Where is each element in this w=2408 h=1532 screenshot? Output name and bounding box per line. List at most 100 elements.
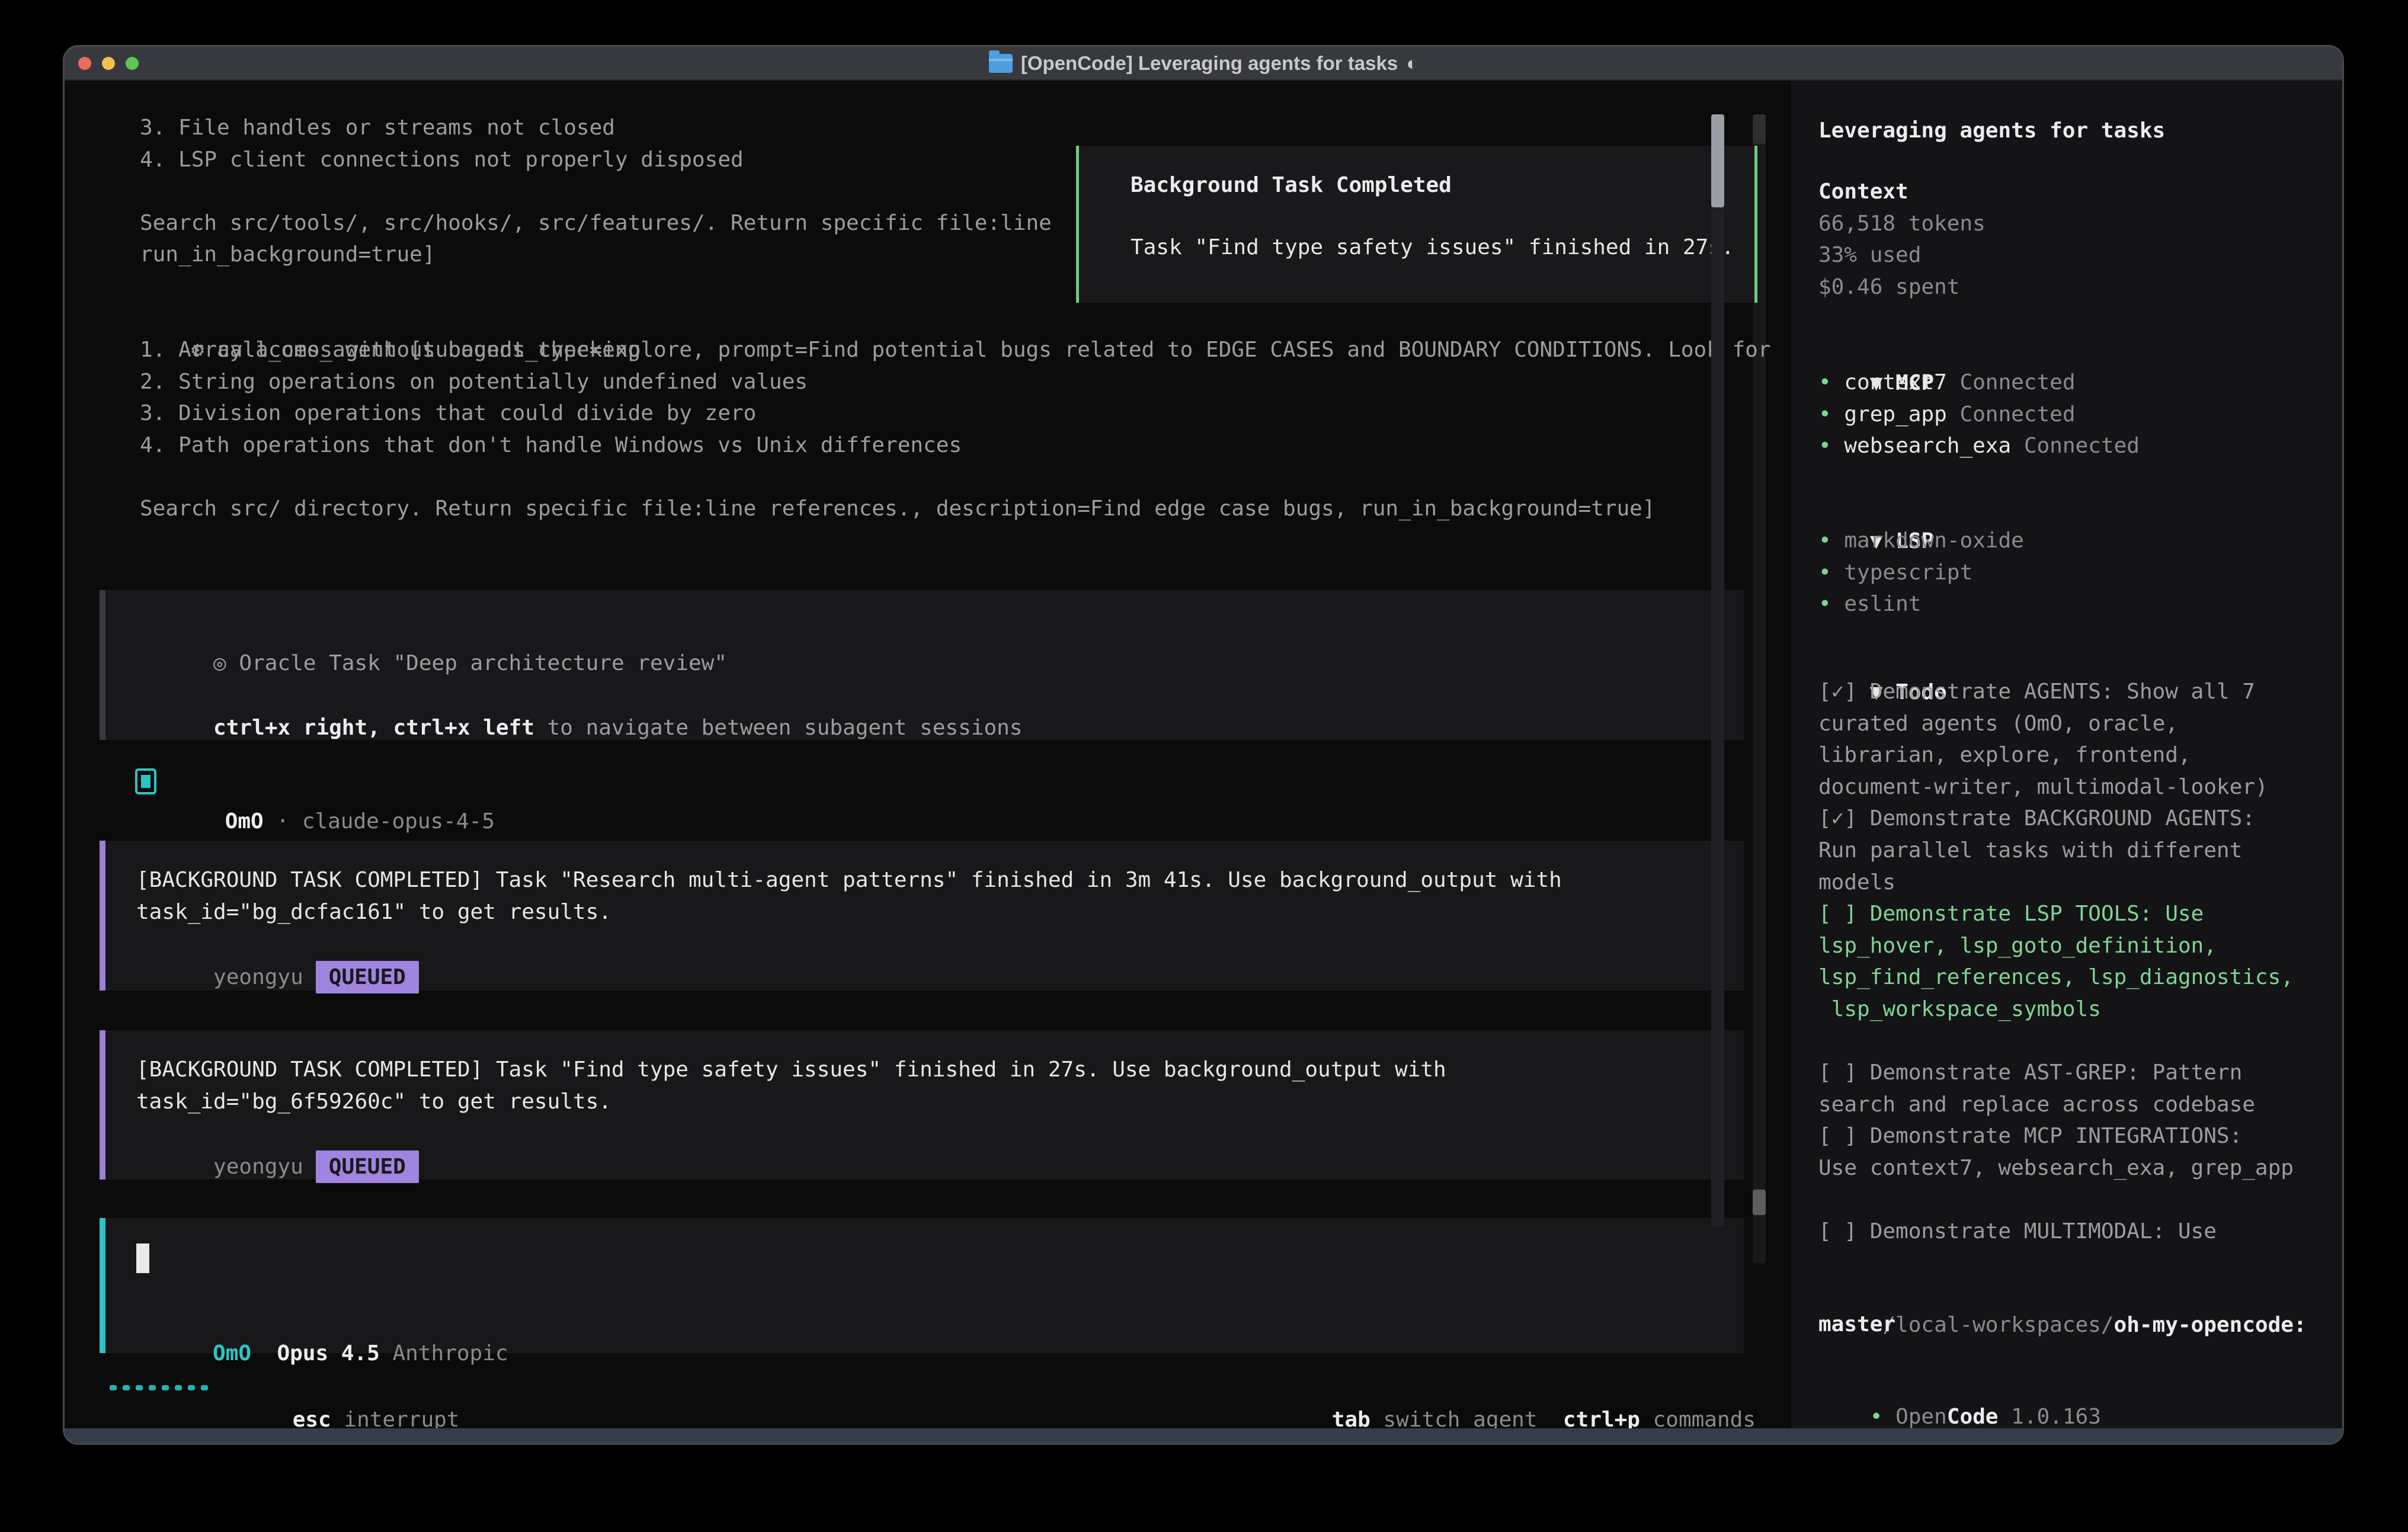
background-task-block: [BACKGROUND TASK COMPLETED] Task "Find t… <box>100 1030 1744 1180</box>
toast-body: Task "Find type safety issues" finished … <box>1131 232 1734 264</box>
todo-line: [ ] Demonstrate LSP TOOLS: Use <box>1818 898 2294 930</box>
traffic-lights <box>78 57 139 70</box>
sidebar-scrollbar-track[interactable] <box>1711 114 1724 1227</box>
todo-line: Run parallel tasks with different <box>1818 835 2294 867</box>
todo-line: [✓] Demonstrate BACKGROUND AGENTS: <box>1818 803 2294 835</box>
terminal-line: 2. String operations on potentially unde… <box>140 366 1655 398</box>
status-bullet-icon: • <box>1818 402 1831 427</box>
status-badge: QUEUED <box>316 961 419 994</box>
input-agent-name: OmO <box>213 1341 251 1366</box>
todo-line: document-writer, multimodal-looker) <box>1818 771 2294 803</box>
window-title: [OpenCode] Leveraging agents for tasks <box>1021 52 1398 75</box>
git-branch: master <box>1818 1309 1895 1341</box>
progress-dot-icon <box>149 1385 156 1390</box>
todo-line: Use context7, websearch_exa, grep_app <box>1818 1152 2294 1184</box>
context-used: 33% used <box>1818 239 1921 271</box>
todo-line: [ ] Demonstrate MULTIMODAL: Use <box>1818 1216 2294 1248</box>
mcp-status: Connected <box>1947 370 2076 395</box>
bg-task-line1: [BACKGROUND TASK COMPLETED] Task "Resear… <box>136 864 1562 896</box>
mcp-name: grep_app <box>1844 402 1946 427</box>
bg-task-line2: task_id="bg_6f59260c" to get results. <box>136 1086 611 1118</box>
background-task-block: [BACKGROUND TASK COMPLETED] Task "Resear… <box>100 841 1744 991</box>
todo-line: curated agents (OmO, oracle, <box>1818 708 2294 740</box>
todo-text: models <box>1818 870 1895 895</box>
todo-text: Use context7, websearch_exa, grep_app <box>1818 1156 2294 1180</box>
terminal-line: 3. File handles or streams not closed <box>140 112 1052 144</box>
input-model-line[interactable]: OmO Opus 4.5 Anthropic <box>136 1306 508 1338</box>
zoom-window-button[interactable] <box>126 57 139 70</box>
bg-task-line2: task_id="bg_dcfac161" to get results. <box>136 896 611 928</box>
close-window-button[interactable] <box>78 57 91 70</box>
workspace-path: ~/local-workspaces/oh-my-opencode: <box>1818 1277 2307 1309</box>
terminal-scrollback-lower: 1. Array access without bounds checking2… <box>140 334 1655 525</box>
todo-line: lsp_workspace_symbols <box>1818 993 2294 1025</box>
prompt-input-panel[interactable]: OmO Opus 4.5 Anthropic <box>100 1218 1744 1353</box>
mcp-name: context7 <box>1844 370 1946 395</box>
lsp-item: • markdown-oxide <box>1818 525 2024 557</box>
subagent-nav-hint: ctrl+x right, ctrl+x left to navigate be… <box>136 680 1023 712</box>
todo-text: [✓] Demonstrate AGENTS: Show all 7 <box>1818 680 2255 704</box>
progress-dot-icon <box>188 1385 195 1390</box>
oracle-icon: ◎ <box>213 651 226 675</box>
app-name-dim: Open <box>1895 1405 1947 1429</box>
oracle-task-panel: ◎ Oracle Task "Deep architecture review"… <box>100 590 1744 740</box>
todo-line: [ ] Demonstrate AST-GREP: Pattern <box>1818 1057 2294 1089</box>
todo-text: librarian, explore, frontend, <box>1818 743 2191 767</box>
todo-text: Run parallel tasks with different <box>1818 838 2242 863</box>
app-version: • OpenCode 1.0.163 <box>1818 1369 2101 1401</box>
todo-text: lsp_workspace_symbols <box>1818 997 2101 1021</box>
status-bullet-icon: • <box>1870 1405 1883 1429</box>
hint-text: to navigate between subagent sessions <box>534 716 1023 740</box>
status-bullet-icon: • <box>1818 560 1831 585</box>
main-scrollbar-thumb[interactable] <box>1753 1190 1766 1215</box>
todo-line: lsp_hover, lsp_goto_definition, <box>1818 930 2294 962</box>
background-task-toast: Background Task Completed Task "Find typ… <box>1076 146 1757 303</box>
todo-section-header[interactable]: ▼ Todo <box>1818 645 1947 677</box>
minimize-window-button[interactable] <box>102 57 115 70</box>
agent-tool-call-line: ⚙ call_omo_agent [subagent_type=explore,… <box>140 303 1771 335</box>
mcp-section-header[interactable]: ▼ MCP <box>1818 335 1934 367</box>
mcp-name: websearch_exa <box>1844 434 2011 458</box>
window-proxy-folder-icon <box>989 54 1013 73</box>
agent-session-header[interactable]: OmO · claude-opus-4-5 <box>174 774 495 806</box>
terminal-line <box>140 175 1052 207</box>
mcp-item: • websearch_exa Connected <box>1818 430 2140 462</box>
progress-dot-icon <box>110 1385 117 1390</box>
window-bottom-edge <box>65 1428 2342 1443</box>
spc <box>1831 528 1845 553</box>
titlebar: [OpenCode] Leveraging agents for tasks ◐ <box>65 47 2342 81</box>
lsp-item: • typescript <box>1818 557 2024 589</box>
input-provider: Anthropic <box>380 1341 508 1366</box>
toast-title: Background Task Completed <box>1131 169 1452 201</box>
app-name-bold: Code <box>1947 1405 1999 1429</box>
lsp-item: • eslint <box>1818 588 2024 620</box>
terminal-line: 4. LSP client connections not properly d… <box>140 144 1052 176</box>
todo-text: [ ] Demonstrate AST-GREP: Pattern <box>1818 1060 2242 1085</box>
session-progress-icon: ◐ <box>1406 52 1418 75</box>
mcp-item: • context7 Connected <box>1818 367 2140 399</box>
progress-dot-icon <box>123 1385 130 1390</box>
terminal-line: 3. Division operations that could divide… <box>140 398 1655 430</box>
spc <box>1831 560 1845 585</box>
lsp-section-header[interactable]: ▼ LSP <box>1818 493 1934 525</box>
task-author: yeongyu <box>213 1155 303 1179</box>
bg-task-line1: [BACKGROUND TASK COMPLETED] Task "Find t… <box>136 1054 1446 1086</box>
context-heading: Context <box>1818 176 1909 208</box>
terminal-line <box>140 461 1655 493</box>
sidebar-scrollbar-thumb[interactable] <box>1711 114 1724 207</box>
lsp-name: markdown-oxide <box>1844 528 2023 553</box>
context-spent: $0.46 spent <box>1818 271 1959 303</box>
progress-dot-icon <box>162 1385 169 1390</box>
mcp-item: • grep_app Connected <box>1818 399 2140 431</box>
task-author: yeongyu <box>213 965 303 989</box>
todo-line: search and replace across codebase <box>1818 1089 2294 1121</box>
lsp-name: eslint <box>1844 592 1921 616</box>
todo-text: search and replace across codebase <box>1818 1092 2255 1117</box>
session-title: Leveraging agents for tasks <box>1818 115 2165 147</box>
todo-line: [ ] Demonstrate MCP INTEGRATIONS: <box>1818 1120 2294 1152</box>
main-scrollbar-top-block[interactable] <box>1753 114 1766 144</box>
status-badge: QUEUED <box>316 1150 419 1184</box>
spc <box>1831 402 1845 427</box>
todo-line: librarian, explore, frontend, <box>1818 739 2294 771</box>
progress-dot-icon <box>175 1385 182 1390</box>
